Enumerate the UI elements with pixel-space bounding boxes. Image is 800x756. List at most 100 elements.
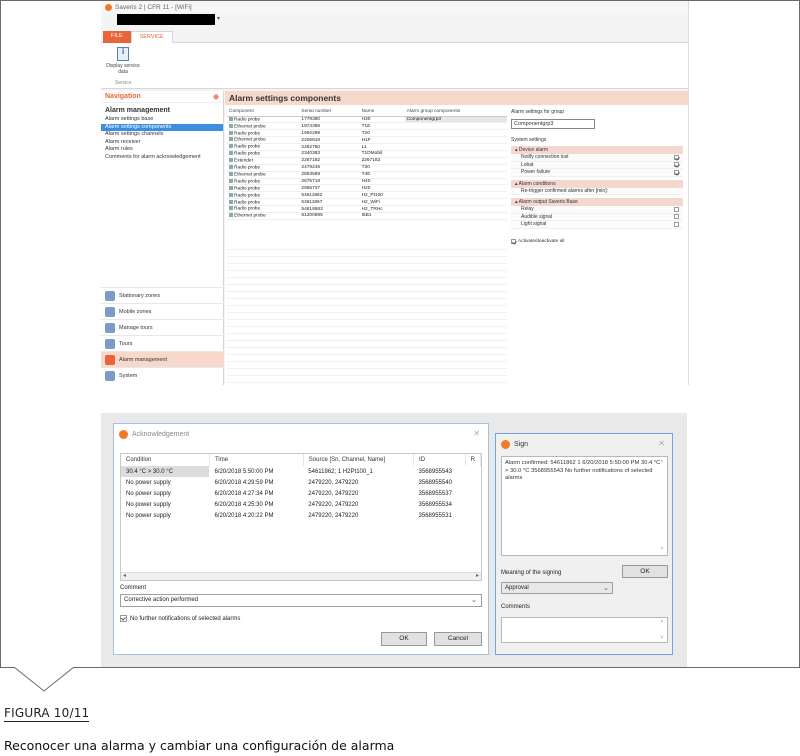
table-cell: H40	[359, 178, 405, 186]
alarm-conditions-group[interactable]: ▴ Alarm conditions	[511, 179, 683, 188]
nav-button-system[interactable]: System	[101, 367, 224, 383]
activate-all-row[interactable]: Activate/deactivate all	[511, 238, 683, 244]
column-header-serial[interactable]: Serial number	[299, 107, 360, 117]
column-header-id[interactable]: ID	[413, 454, 466, 466]
display-service-data-button[interactable]: Display service data	[105, 47, 141, 75]
table-cell: 2479220, 2479220	[308, 490, 359, 497]
column-header-r[interactable]: R	[465, 454, 481, 466]
nav-button-mobile-zones[interactable]: Mobile zones	[101, 303, 224, 319]
table-row[interactable]: 30.4 °C > 30.0 °C 6/20/2018 5:50:00 PM 546…	[121, 466, 481, 477]
table-row[interactable]: Radio probe 2955737 H20	[227, 184, 507, 193]
ok-button[interactable]: OK	[381, 632, 427, 646]
table-row[interactable]: Radio probe 54619583 H2_TRHc	[227, 205, 507, 213]
light-signal-checkbox[interactable]	[674, 221, 679, 227]
scroll-down-icon[interactable]: ˅	[661, 635, 664, 641]
navigation-pane: Navigation ⊕ Alarm management Alarm sett…	[101, 91, 224, 385]
scroll-right-icon[interactable]: ▸	[476, 572, 479, 579]
meaning-dropdown[interactable]: Approval ⌄	[501, 582, 613, 594]
table-row[interactable]: No power supply 6/20/2018 4:20:22 PM 24792…	[121, 510, 481, 521]
comments-scrollbar[interactable]: ˄ ˅	[659, 619, 665, 641]
no-further-notifications-row[interactable]: No further notifications of selected ala…	[120, 615, 240, 622]
cancel-button[interactable]: Cancel	[434, 632, 482, 646]
table-row[interactable]: No power supply 6/20/2018 4:29:59 PM 24792…	[121, 477, 481, 488]
alarm-bell-icon	[105, 354, 115, 365]
table-cell: H2_Pt100	[359, 191, 405, 200]
scroll-up-icon[interactable]: ˄	[661, 459, 664, 467]
cell-text: 54619583	[301, 206, 323, 212]
relay-checkbox[interactable]	[674, 206, 679, 212]
nav-link-alarm-settings-channels[interactable]: Alarm settings channels	[101, 131, 223, 139]
scroll-down-icon[interactable]: ˅	[661, 546, 664, 554]
column-header-component[interactable]: Component	[227, 107, 300, 117]
table-row[interactable]: Ethernet probe 2206818 H1F	[227, 136, 507, 145]
alarm-output-group[interactable]: ▴ Alarm output Saveris Base	[511, 198, 683, 206]
nav-link-alarm-settings-base[interactable]: Alarm settings base	[101, 116, 223, 124]
table-cell: 2267182	[359, 157, 405, 165]
table-row[interactable]: Ethernet probe 61200895 I5B1	[227, 212, 507, 220]
activate-all-checkbox[interactable]	[511, 238, 516, 244]
nav-link-alarm-receiver[interactable]: Alarm receiver	[101, 139, 223, 147]
table-row[interactable]: No power supply 6/20/2018 4:25:30 PM 24792…	[121, 499, 481, 510]
comments-textarea[interactable]: ˄ ˅	[501, 617, 668, 643]
close-icon[interactable]: ✕	[658, 439, 665, 448]
nav-button-alarm-management[interactable]: Alarm management	[101, 351, 224, 367]
table-row[interactable]: Radio probe 2675718 H40	[227, 178, 507, 186]
table-row[interactable]: Radio probe 1779380 H30 Componentgrp3	[227, 116, 507, 124]
nav-link-alarm-rules[interactable]: Alarm rules	[101, 146, 223, 154]
table-row[interactable]: No power supply 6/20/2018 4:27:34 PM 24792…	[121, 488, 481, 499]
device-alarm-group[interactable]: ▴ Device alarm	[511, 146, 683, 154]
nav-button-stationary-zones[interactable]: Stationary zones	[101, 287, 224, 303]
cell-text: Componentgrp3	[406, 116, 442, 122]
column-header-group[interactable]: Alarm group components	[404, 107, 507, 117]
table-row[interactable]: Radio probe 2262760 L1	[227, 143, 507, 151]
column-header-name[interactable]: Name	[359, 107, 405, 117]
group-name-field[interactable]: Componentgrp3	[511, 119, 595, 129]
alarm-conditions-label: Alarm conditions	[518, 180, 556, 187]
nav-button-manage-tours[interactable]: Manage tours	[101, 319, 224, 335]
scroll-left-icon[interactable]: ◂	[123, 572, 126, 579]
nav-link-comments[interactable]: Comments for alarm acknowledgement	[101, 154, 223, 162]
no-further-notifications-checkbox[interactable]	[120, 615, 127, 622]
nav-buttons: Stationary zones Mobile zones Manage tou…	[101, 287, 224, 383]
table-row[interactable]: Ethernet probe 2653589 T4E	[227, 171, 507, 179]
table-row[interactable]: Ethernet probe 1974386 T1E	[227, 122, 507, 131]
table-cell: Radio probe	[227, 184, 300, 193]
retrigger-field[interactable]: -	[678, 188, 680, 193]
ribbon: Display service data Service	[101, 43, 688, 89]
table-cell: Radio probe	[227, 143, 300, 151]
probe-icon	[229, 185, 233, 190]
tab-file[interactable]: FILE	[103, 31, 131, 43]
tab-service[interactable]: SERVICE	[130, 31, 173, 43]
nav-link-alarm-settings-components[interactable]: Alarm settings components	[101, 123, 223, 131]
setting-row: Light signal	[511, 221, 683, 229]
column-header-condition[interactable]: Condition	[121, 454, 210, 466]
table-row[interactable]: Radio probe 54611867 H2_WiFi	[227, 198, 507, 207]
sign-message-scrollbar[interactable]: ˄ ˅	[659, 459, 665, 553]
audible-signal-checkbox[interactable]	[674, 214, 679, 220]
nav-button-tours[interactable]: Tours	[101, 335, 224, 351]
table-row[interactable]: Radio probe 1992289 T20	[227, 129, 507, 138]
sign-ok-button[interactable]: OK	[622, 565, 668, 578]
power-failure-checkbox[interactable]	[674, 169, 679, 175]
table-row[interactable]: Radio probe 2340383 T1DMobil	[227, 150, 507, 158]
sign-titlebar: Sign	[496, 434, 672, 454]
cell-text: T1DMobil	[361, 151, 383, 157]
table-cell: 2206818	[299, 136, 360, 145]
comments-label: Comments	[501, 604, 531, 610]
comment-dropdown[interactable]: Corrective action performed ⌄	[120, 594, 482, 607]
column-header-time[interactable]: Time	[209, 454, 304, 466]
column-header-source[interactable]: Source [Sn, Channel, Name]	[303, 454, 415, 466]
close-icon[interactable]: ✕	[473, 429, 480, 438]
table-cell: 54619583	[299, 205, 360, 213]
pin-icon[interactable]: ⊕	[213, 93, 219, 101]
table-row[interactable]: Radio probe 2479245 T30	[227, 164, 507, 172]
scroll-up-icon[interactable]: ˄	[661, 619, 664, 625]
table-row[interactable]: Extender 2267182 2267182	[227, 157, 507, 165]
horizontal-scrollbar[interactable]: ◂ ▸	[121, 572, 481, 580]
table-cell	[404, 205, 507, 213]
table-cell: H20	[359, 184, 405, 193]
table-row[interactable]: Radio probe 54611862 H2_Pt100	[227, 191, 507, 200]
lobat-checkbox[interactable]	[674, 162, 679, 168]
sign-message-box[interactable]: Alarm confirmed: 54611862 1 6/20/2018 5:…	[501, 456, 668, 556]
notify-connection-lost-checkbox[interactable]	[674, 154, 679, 160]
